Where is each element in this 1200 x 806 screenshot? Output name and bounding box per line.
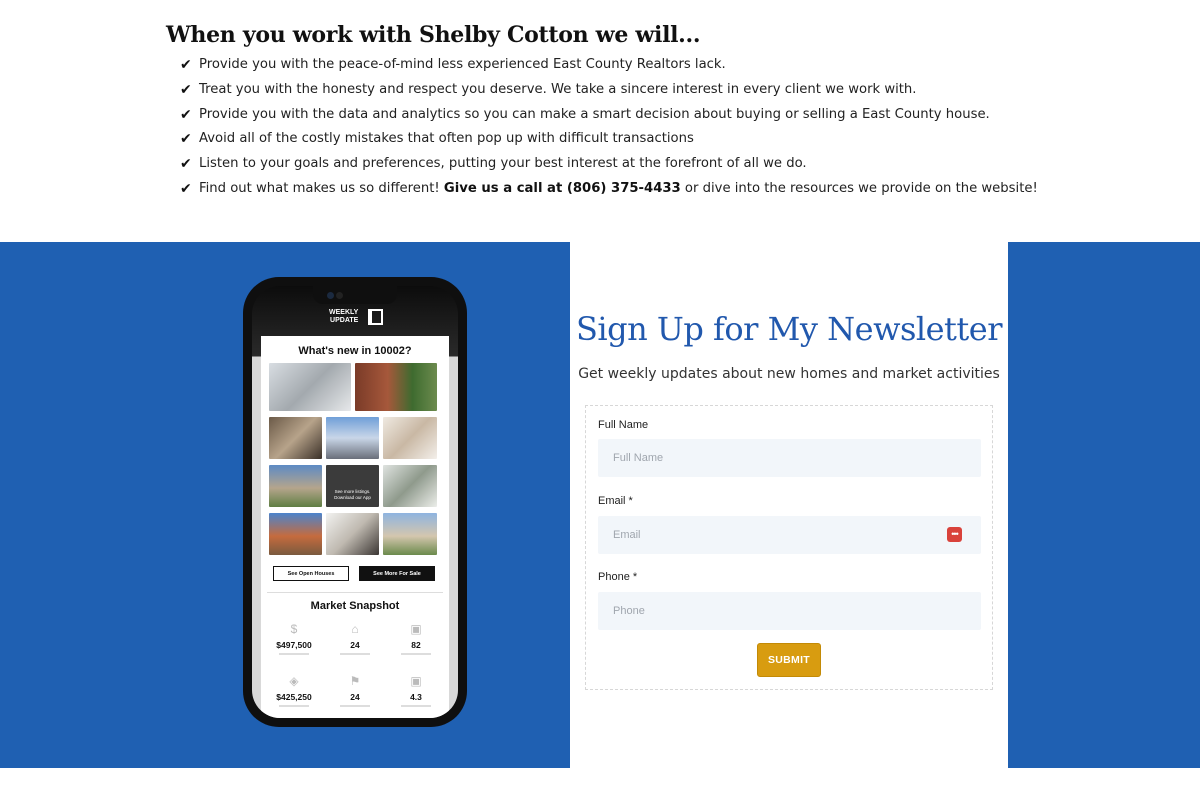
listing-photo bbox=[269, 465, 322, 507]
stat-value: 82 bbox=[411, 640, 421, 650]
listing-photo bbox=[326, 513, 379, 555]
benefit-text: Provide you with the data and analytics … bbox=[199, 106, 990, 122]
dollar-icon: $ bbox=[290, 622, 298, 636]
newsletter-form: Full Name Full Name Email * Email ••• Ph… bbox=[585, 405, 993, 690]
stat-caption-line bbox=[401, 705, 431, 707]
logo-mark-icon bbox=[368, 309, 383, 325]
stat-item: ▣ 4.3 bbox=[387, 674, 445, 707]
email-label: Email * bbox=[598, 495, 633, 507]
full-name-label: Full Name bbox=[598, 419, 649, 431]
stat-item: $ $497,500 bbox=[265, 622, 323, 655]
full-name-placeholder: Full Name bbox=[613, 452, 664, 464]
list-item: ✔ Find out what makes us so different! Gi… bbox=[180, 177, 1066, 202]
list-item: ✔ Treat you with the honesty and respect … bbox=[180, 78, 1066, 103]
divider bbox=[267, 592, 443, 593]
newsletter-panel: Sign Up for My Newsletter Get weekly upd… bbox=[570, 242, 1008, 768]
phone-screen: WEEKLY UPDATE What's new in 10002? See m… bbox=[252, 286, 458, 718]
stat-item: ⚑ 24 bbox=[326, 674, 384, 707]
full-name-field[interactable]: Full Name bbox=[598, 439, 981, 477]
check-icon: ✔ bbox=[180, 131, 192, 148]
list-item: ✔ Provide you with the peace-of-mind less… bbox=[180, 53, 1066, 78]
phone-label: Phone * bbox=[598, 571, 638, 583]
stat-caption-line bbox=[340, 653, 370, 655]
benefit-text: Find out what makes us so different! bbox=[199, 180, 444, 196]
call-us-link[interactable]: Give us a call at (806) 375-4433 bbox=[444, 177, 681, 202]
list-item: ✔ Listen to your goals and preferences, p… bbox=[180, 152, 1066, 177]
submit-button[interactable]: SUBMIT bbox=[757, 643, 821, 677]
listing-photo bbox=[383, 465, 437, 507]
benefit-text: Provide you with the peace-of-mind less … bbox=[199, 57, 726, 72]
check-icon: ✔ bbox=[180, 57, 192, 73]
list-item: ✔ Avoid all of the costly mistakes that o… bbox=[180, 127, 1066, 152]
listing-photo bbox=[355, 363, 437, 411]
see-open-houses-button[interactable]: See Open Houses bbox=[273, 566, 349, 581]
list-item: ✔ Provide you with the data and analytics… bbox=[180, 103, 1066, 128]
stat-item: ▣ 82 bbox=[387, 622, 445, 655]
stat-value: 24 bbox=[350, 640, 360, 650]
calendar-icon: ▣ bbox=[410, 674, 422, 688]
market-snapshot-title: Market Snapshot bbox=[310, 600, 400, 612]
benefits-section: When you work with Shelby Cotton we will… bbox=[166, 20, 1066, 202]
check-icon: ✔ bbox=[180, 106, 192, 123]
listing-photo bbox=[383, 417, 437, 459]
phone-notch bbox=[313, 286, 397, 304]
newsletter-title: Sign Up for My Newsletter bbox=[575, 310, 1003, 348]
stat-value: 24 bbox=[350, 692, 360, 702]
listing-photo bbox=[326, 417, 379, 459]
stat-item: ◈ $425,250 bbox=[265, 674, 323, 707]
listing-photo bbox=[269, 513, 322, 555]
benefit-text: Avoid all of the costly mistakes that of… bbox=[199, 131, 694, 147]
listing-photo bbox=[383, 513, 437, 555]
stat-caption-line bbox=[279, 705, 309, 707]
stat-value: $425,250 bbox=[276, 692, 312, 702]
check-icon: ✔ bbox=[180, 81, 192, 98]
calendar-icon: ▣ bbox=[410, 622, 422, 636]
check-icon: ✔ bbox=[180, 156, 192, 173]
sensor-icon bbox=[336, 292, 343, 299]
email-field[interactable]: Email ••• bbox=[598, 516, 981, 554]
app-download-tile[interactable]: See more listings. Download our App bbox=[326, 465, 379, 507]
stat-caption-line bbox=[279, 653, 309, 655]
stat-caption-line bbox=[401, 653, 431, 655]
logo-line-2: UPDATE bbox=[330, 317, 359, 324]
stat-item: ⌂ 24 bbox=[326, 622, 384, 655]
benefit-text-suffix: or dive into the resources we provide on… bbox=[680, 180, 1038, 196]
weekly-update-logo: WEEKLY UPDATE bbox=[329, 309, 358, 325]
listing-photo bbox=[269, 363, 351, 411]
benefits-heading: When you work with Shelby Cotton we will… bbox=[166, 22, 701, 48]
camera-icon bbox=[327, 292, 334, 299]
benefit-text: Treat you with the honesty and respect y… bbox=[199, 81, 917, 97]
check-icon: ✔ bbox=[180, 180, 192, 197]
app-tile-text: See more listings. Download our App bbox=[334, 489, 371, 500]
benefits-list: ✔ Provide you with the peace-of-mind less… bbox=[180, 53, 1066, 202]
email-placeholder: Email bbox=[613, 529, 641, 541]
stat-caption-line bbox=[340, 705, 370, 707]
listing-photo bbox=[269, 417, 322, 459]
password-manager-icon[interactable]: ••• bbox=[947, 527, 962, 542]
newsletter-subtitle: Get weekly updates about new homes and m… bbox=[578, 366, 1000, 382]
stat-value: $497,500 bbox=[276, 640, 312, 650]
flag-icon: ⚑ bbox=[349, 674, 361, 688]
phone-field[interactable]: Phone bbox=[598, 592, 981, 630]
house-icon: ⌂ bbox=[351, 622, 359, 636]
see-more-for-sale-button[interactable]: See More For Sale bbox=[359, 566, 435, 581]
logo-line-1: WEEKLY bbox=[329, 309, 359, 316]
stat-value: 4.3 bbox=[410, 692, 422, 702]
phone-placeholder: Phone bbox=[613, 605, 645, 617]
phone-mockup: WEEKLY UPDATE What's new in 10002? See m… bbox=[243, 277, 467, 727]
benefit-text: Listen to your goals and preferences, pu… bbox=[199, 156, 807, 172]
tag-icon: ◈ bbox=[289, 674, 299, 688]
preview-headline: What's new in 10002? bbox=[298, 345, 412, 357]
email-preview-card: What's new in 10002? See more listings. … bbox=[261, 336, 449, 718]
